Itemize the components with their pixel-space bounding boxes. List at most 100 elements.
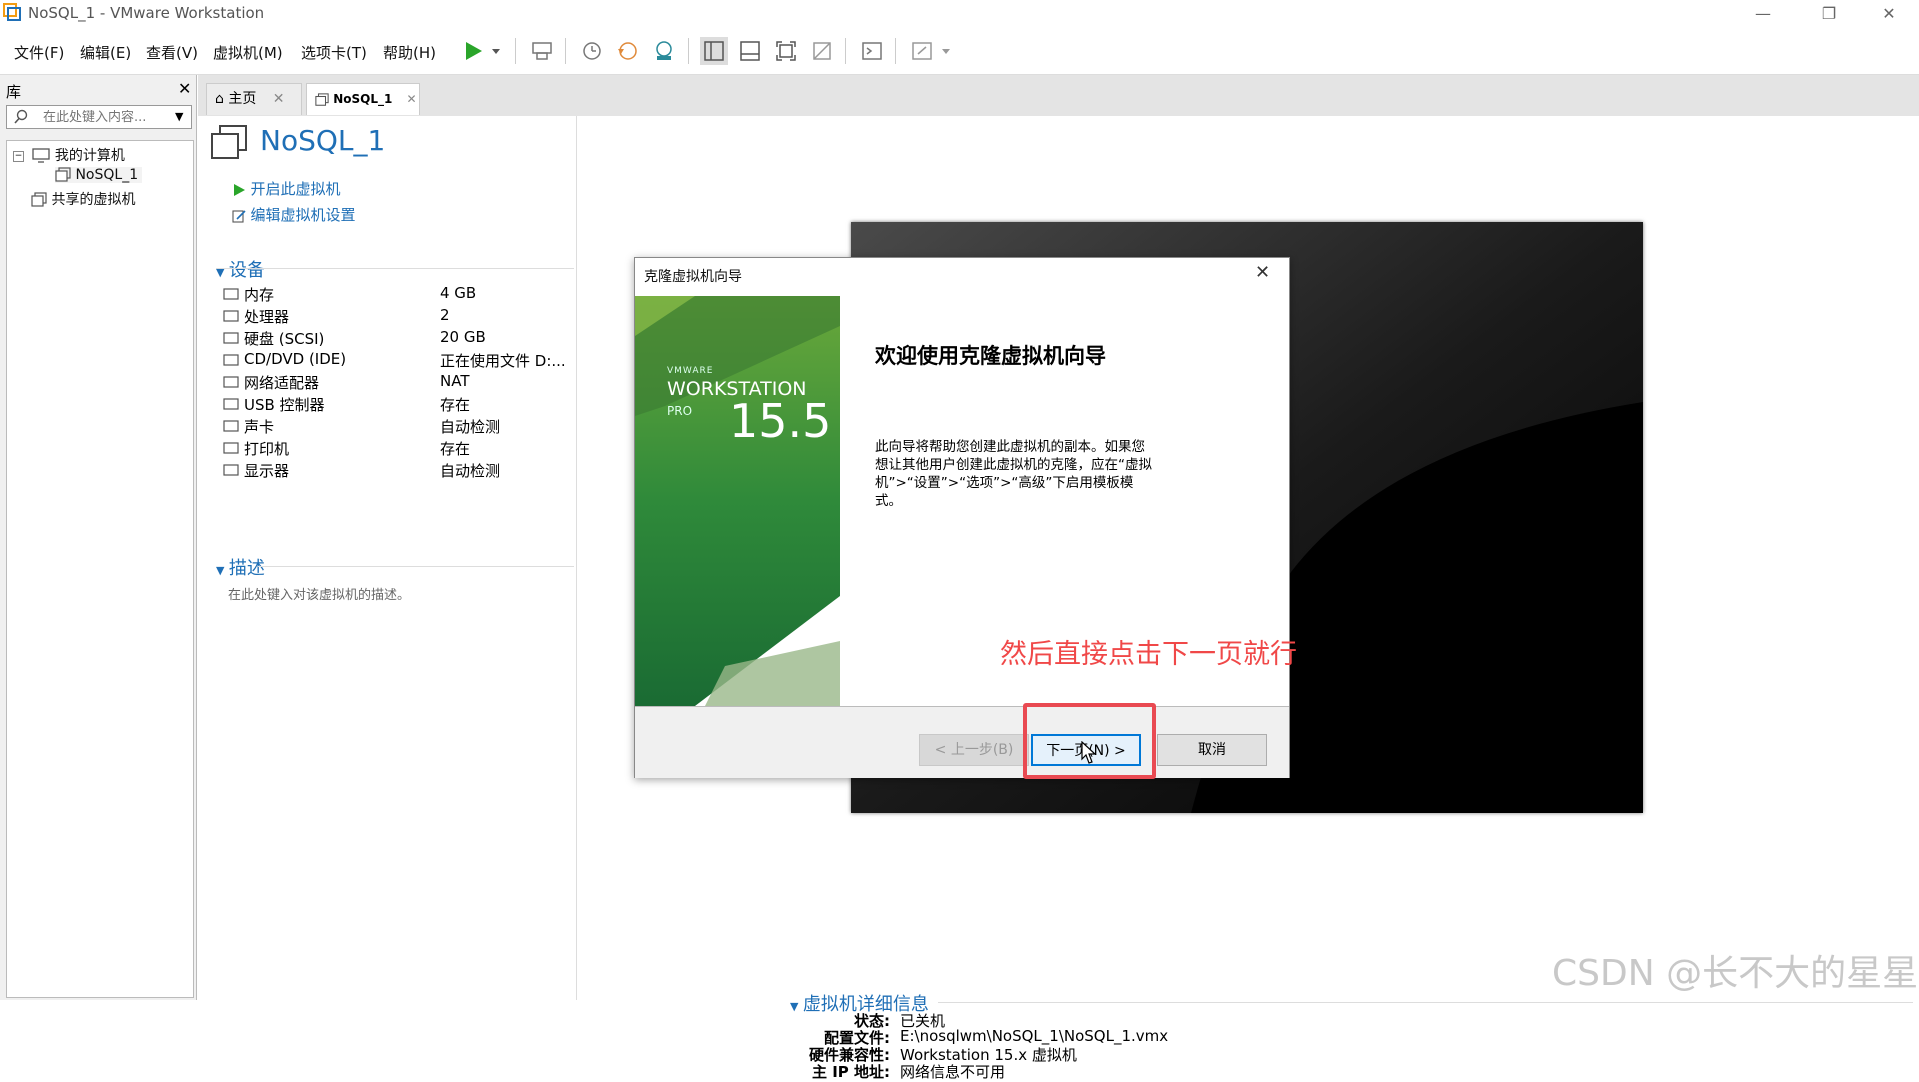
toolbar-separator — [515, 38, 516, 64]
processor-icon — [223, 310, 239, 322]
hard-disk-icon — [223, 332, 239, 344]
devices-section-header[interactable]: ▼ 设备 — [216, 256, 265, 282]
menu-help[interactable]: 帮助(H) — [383, 42, 436, 63]
close-tab-icon[interactable]: ✕ — [407, 92, 417, 106]
device-value: 4 GB — [440, 284, 477, 302]
device-row[interactable]: USB 控制器 存在 — [222, 394, 572, 416]
annotation-text: 然后直接点击下一页就行 — [1000, 639, 1297, 670]
device-value: 自动检测 — [440, 462, 501, 480]
close-tab-icon[interactable]: ✕ — [273, 91, 285, 107]
tab-label: 主页 — [228, 91, 257, 107]
thumbnail-bar-icon[interactable] — [736, 37, 764, 65]
shared-vm-icon — [31, 192, 47, 207]
dialog-close-button[interactable]: ✕ — [1255, 262, 1270, 283]
device-row[interactable]: 声卡 自动检测 — [222, 416, 572, 438]
dialog-title: 克隆虚拟机向导 — [644, 269, 742, 285]
send-keys-icon[interactable] — [528, 37, 556, 65]
close-icon: ✕ — [1882, 4, 1896, 23]
description-section-header[interactable]: ▼ 描述 — [216, 554, 265, 580]
vm-title: NoSQL_1 — [260, 124, 386, 157]
device-value: 2 — [440, 306, 450, 324]
banner-version: 15.5 — [729, 394, 832, 448]
stretch-guest-icon[interactable] — [908, 37, 936, 65]
device-label: 网络适配器 — [244, 374, 320, 392]
show-library-icon[interactable] — [700, 37, 728, 65]
close-window-button[interactable]: ✕ — [1866, 0, 1912, 28]
restore-button[interactable]: ❐ — [1806, 0, 1852, 28]
mouse-cursor-icon — [1081, 741, 1097, 764]
minimize-button[interactable]: — — [1740, 0, 1786, 28]
computer-icon — [32, 148, 51, 163]
library-search-input[interactable] — [43, 110, 165, 125]
menu-file[interactable]: 文件(F) — [14, 42, 64, 63]
network-adapter-icon — [223, 376, 239, 388]
snapshot-manager-icon[interactable] — [650, 37, 678, 65]
menu-view[interactable]: 查看(V) — [146, 42, 198, 63]
dialog-heading: 欢迎使用克隆虚拟机向导 — [875, 343, 1106, 368]
device-row[interactable]: CD/DVD (IDE) 正在使用文件 D:... — [222, 350, 572, 372]
pane-divider — [576, 116, 577, 1000]
vm-large-icon — [211, 125, 247, 159]
menu-edit[interactable]: 编辑(E) — [80, 42, 131, 63]
power-on-link[interactable]: 开启此虚拟机 — [232, 178, 340, 199]
back-button[interactable]: < 上一步(B) — [919, 734, 1029, 766]
close-icon: ✕ — [1255, 262, 1271, 283]
power-on-label: 开启此虚拟机 — [250, 180, 341, 198]
section-divider — [216, 268, 574, 269]
title-bar: NoSQL_1 - VMware Workstation — ❐ ✕ — [0, 0, 1919, 28]
description-title: 描述 — [228, 558, 265, 579]
close-library-button[interactable]: ✕ — [178, 79, 191, 98]
device-value: 20 GB — [440, 328, 486, 346]
unity-icon[interactable] — [808, 37, 836, 65]
toolbar-separator — [688, 38, 689, 64]
device-row[interactable]: 网络适配器 NAT — [222, 372, 572, 394]
revert-snapshot-icon[interactable] — [614, 37, 642, 65]
menu-vm[interactable]: 虚拟机(M) — [213, 42, 283, 63]
device-row[interactable]: 内存 4 GB — [222, 284, 572, 306]
sound-card-icon — [223, 420, 239, 432]
watermark: CSDN @长不大的星星 — [1552, 953, 1919, 994]
cancel-button[interactable]: 取消 — [1157, 734, 1267, 766]
details-value: E:\nosqlwm\NoSQL_1\NoSQL_1.vmx — [900, 1027, 1169, 1045]
dialog-footer: < 上一步(B) 下一页(N) > 取消 — [635, 706, 1289, 778]
tree-item-my-computer[interactable]: − 我的计算机 — [13, 145, 125, 165]
vmware-banner: VMWARE WORKSTATION PRO 15.5 — [635, 296, 840, 706]
library-pane: 库 ✕ ▼ − 我的计算机 NoSQL_1 共享的虚拟机 — [0, 75, 197, 1000]
search-dropdown-button[interactable]: ▼ — [175, 110, 183, 123]
device-row[interactable]: 处理器 2 — [222, 306, 572, 328]
tab-nosql-1[interactable]: NoSQL_1 ✕ — [306, 83, 420, 115]
banner-edition: PRO — [667, 404, 693, 418]
device-value: NAT — [440, 372, 470, 390]
device-label: 处理器 — [244, 308, 290, 326]
chevron-down-icon[interactable] — [490, 45, 502, 57]
chevron-down-icon[interactable] — [940, 45, 952, 57]
tab-home[interactable]: ⌂ 主页 ✕ — [206, 83, 302, 115]
device-row[interactable]: 打印机 存在 — [222, 438, 572, 460]
collapse-icon[interactable]: − — [13, 150, 24, 162]
snapshot-icon[interactable] — [578, 37, 606, 65]
menu-bar: 文件(F) 编辑(E) 查看(V) 虚拟机(M) 选项卡(T) 帮助(H) — [0, 28, 1919, 75]
tree-label: 共享的虚拟机 — [51, 192, 136, 208]
printer-icon — [223, 442, 239, 454]
device-label: USB 控制器 — [244, 396, 325, 414]
library-tree: − 我的计算机 NoSQL_1 共享的虚拟机 — [6, 140, 194, 998]
banner-graphic — [635, 296, 840, 706]
power-on-icon[interactable] — [460, 37, 488, 65]
description-placeholder[interactable]: 在此处键入对该虚拟机的描述。 — [228, 584, 410, 603]
device-label: 声卡 — [244, 418, 275, 436]
tree-label: NoSQL_1 — [75, 167, 139, 183]
device-label: 打印机 — [244, 440, 290, 458]
device-label: 硬盘 (SCSI) — [244, 330, 325, 348]
menu-tabs[interactable]: 选项卡(T) — [301, 42, 367, 63]
tree-item-nosql-1[interactable]: NoSQL_1 — [55, 167, 143, 183]
edit-settings-link[interactable]: 编辑虚拟机设置 — [232, 204, 355, 225]
device-value: 正在使用文件 D:... — [440, 352, 566, 370]
device-row[interactable]: 显示器 自动检测 — [222, 460, 572, 482]
full-screen-icon[interactable] — [772, 37, 800, 65]
console-view-icon[interactable] — [858, 37, 886, 65]
cd-dvd-icon — [223, 354, 239, 366]
devices-title: 设备 — [228, 260, 265, 281]
tree-item-shared-vms[interactable]: 共享的虚拟机 — [31, 189, 135, 209]
device-label: 显示器 — [244, 462, 290, 480]
device-row[interactable]: 硬盘 (SCSI) 20 GB — [222, 328, 572, 350]
